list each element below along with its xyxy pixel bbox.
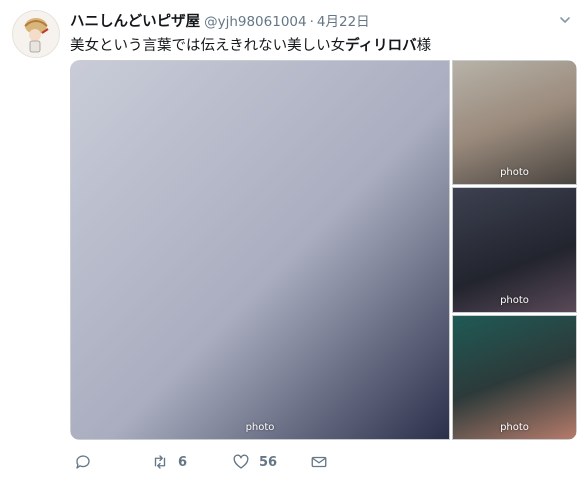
photo-label: photo [500,295,529,306]
chevron-down-icon[interactable] [559,14,571,26]
user-handle[interactable]: @yjh98061004 [204,14,307,30]
main-photo[interactable]: photo [70,60,450,440]
reply-icon [76,455,90,469]
direct-message-button[interactable] [310,452,328,472]
display-name[interactable]: ハニしんどいピザ屋 [70,14,200,30]
heart-icon [233,454,249,469]
separator-dot: · [309,14,314,30]
thumbnail-photo-2[interactable]: photo [452,187,577,313]
tweet-text: 美女という言葉では伝えきれない美しい女ディリロバ様 [70,34,431,55]
tweet-text-suffix: 様 [416,38,432,54]
like-button[interactable]: 56 [232,452,277,472]
tweet-actions: 6 56 [70,452,330,472]
direct-message-icon [311,456,327,468]
like-count: 56 [259,454,278,470]
photo-label: photo [245,422,275,433]
retweet-icon [154,455,166,469]
photo-label: photo [500,422,529,433]
media-grid: photo photo photo photo [70,60,577,440]
avatar[interactable] [12,10,60,58]
thumbnail-photo-3[interactable]: photo [452,315,577,440]
tweet-text-regular: 美女という言葉では伝えきれない美しい女 [70,38,346,54]
tweet-date[interactable]: 4月22日 [317,14,370,30]
retweet-button[interactable]: 6 [151,452,187,472]
tweet: ハニしんどいピザ屋 @yjh98061004 · 4月22日 美女という言葉では伝えき… [0,0,587,479]
photo-label: photo [500,167,529,178]
thumbnail-photo-1[interactable]: photo [452,60,577,185]
reply-button[interactable] [74,452,101,472]
retweet-count: 6 [178,454,188,470]
avatar-illustration [13,11,59,57]
tweet-header: ハニしんどいピザ屋 @yjh98061004 · 4月22日 [70,10,370,30]
tweet-text-bold: ディリロバ [345,38,417,54]
